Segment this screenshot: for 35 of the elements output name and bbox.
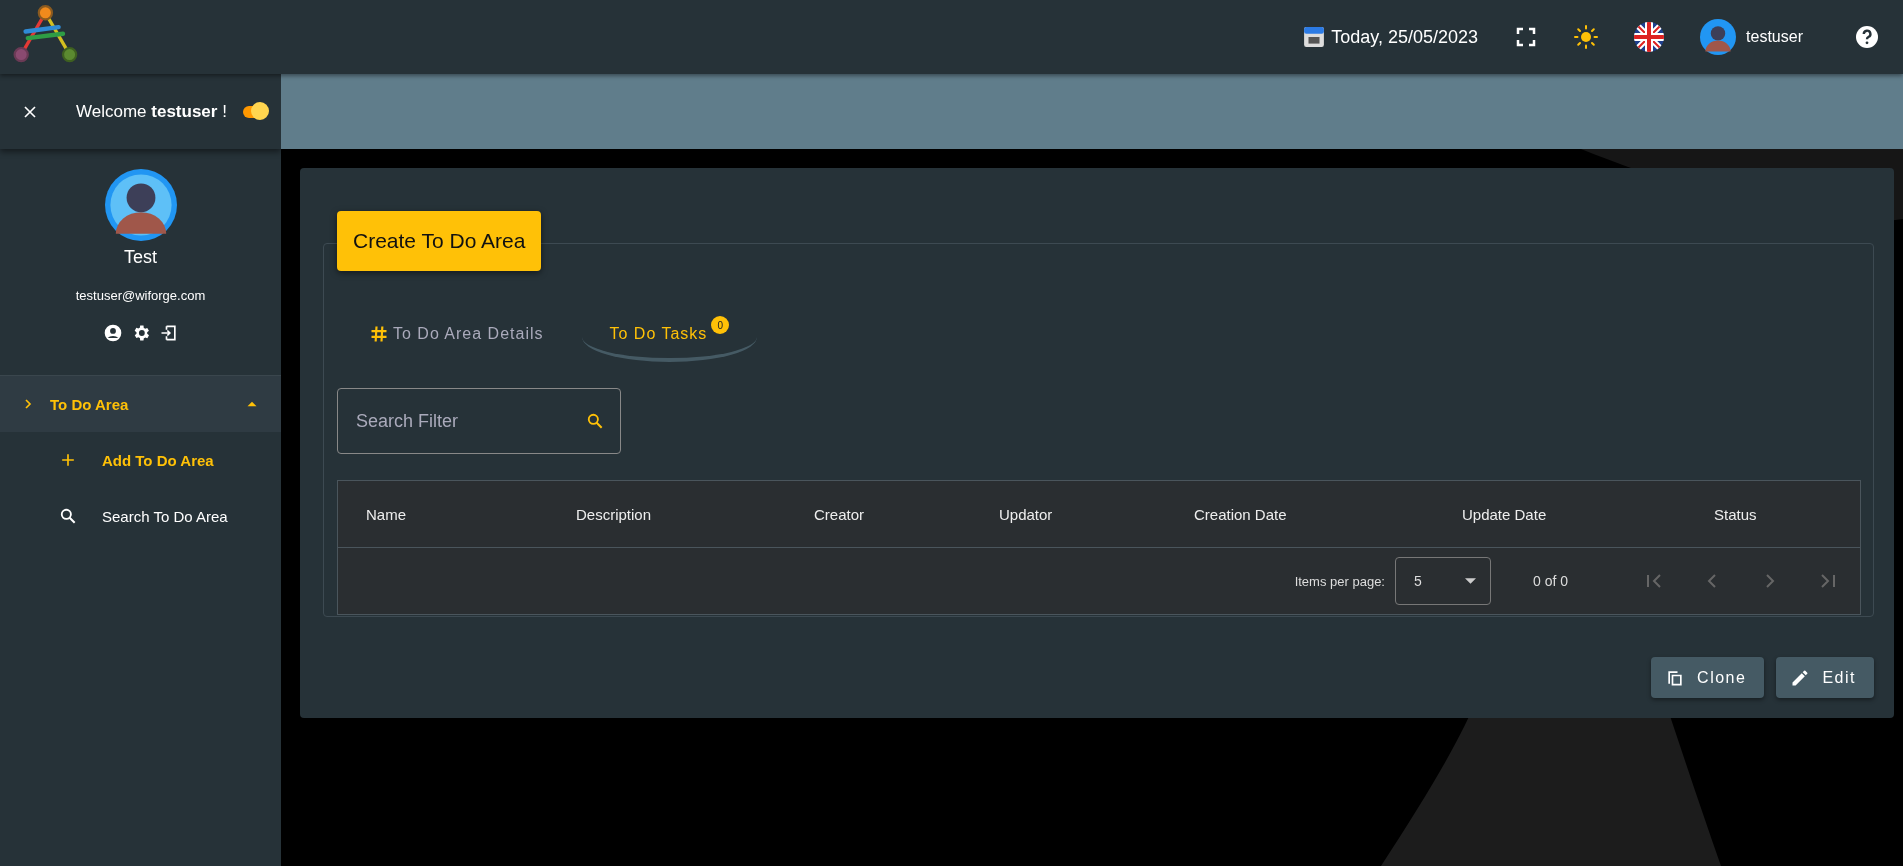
calendar-icon bbox=[1303, 26, 1326, 48]
card-title: Create To Do Area bbox=[337, 211, 542, 271]
search-field[interactable]: Search Filter bbox=[337, 388, 621, 454]
column-header[interactable]: Description bbox=[576, 505, 652, 523]
username-label[interactable]: testuser bbox=[1746, 28, 1803, 46]
flag-icon[interactable] bbox=[1634, 22, 1665, 52]
clone-button[interactable]: Clone bbox=[1651, 657, 1765, 698]
tab[interactable]: To Do Tasks $^{0}$ bbox=[581, 312, 758, 362]
avatar-icon[interactable] bbox=[1700, 19, 1737, 55]
submenu-item[interactable]: Add To Do Area bbox=[0, 432, 281, 488]
column-header[interactable]: Update Date bbox=[1462, 505, 1547, 523]
account-icon[interactable] bbox=[102, 323, 123, 343]
sun-icon[interactable] bbox=[1574, 25, 1599, 49]
hash-icon bbox=[369, 324, 389, 344]
column-header[interactable]: Creation Date bbox=[1194, 505, 1287, 523]
page-range: 0 of 0 bbox=[1532, 573, 1568, 589]
submenu-item[interactable]: Search To Do Area bbox=[0, 488, 281, 544]
column-header[interactable]: Creator bbox=[814, 505, 865, 523]
column-header[interactable]: Status bbox=[1714, 505, 1757, 523]
column-header[interactable]: Name bbox=[366, 505, 406, 523]
search-icon bbox=[58, 506, 78, 526]
dropdown-arrow-icon bbox=[1464, 578, 1476, 584]
column-header[interactable]: Updator bbox=[999, 505, 1053, 523]
page-size-select[interactable]: 5 bbox=[1394, 557, 1491, 605]
items-per-page-label: Items per page: bbox=[1294, 573, 1385, 589]
edit-button[interactable]: Edit bbox=[1776, 657, 1874, 698]
welcome-text: Welcome testuser ! bbox=[76, 101, 227, 122]
profile-name: Test bbox=[124, 247, 157, 268]
date-label: Today, 25/05/2023 bbox=[1331, 26, 1479, 48]
tab[interactable]: To Do Area Details bbox=[359, 312, 572, 362]
avatar-icon bbox=[104, 169, 177, 241]
help-icon[interactable] bbox=[1855, 25, 1879, 49]
menu-item[interactable]: To Do Area bbox=[0, 376, 281, 432]
profile-email: testuser@wiforge.com bbox=[75, 288, 206, 303]
search-icon[interactable] bbox=[585, 411, 605, 431]
